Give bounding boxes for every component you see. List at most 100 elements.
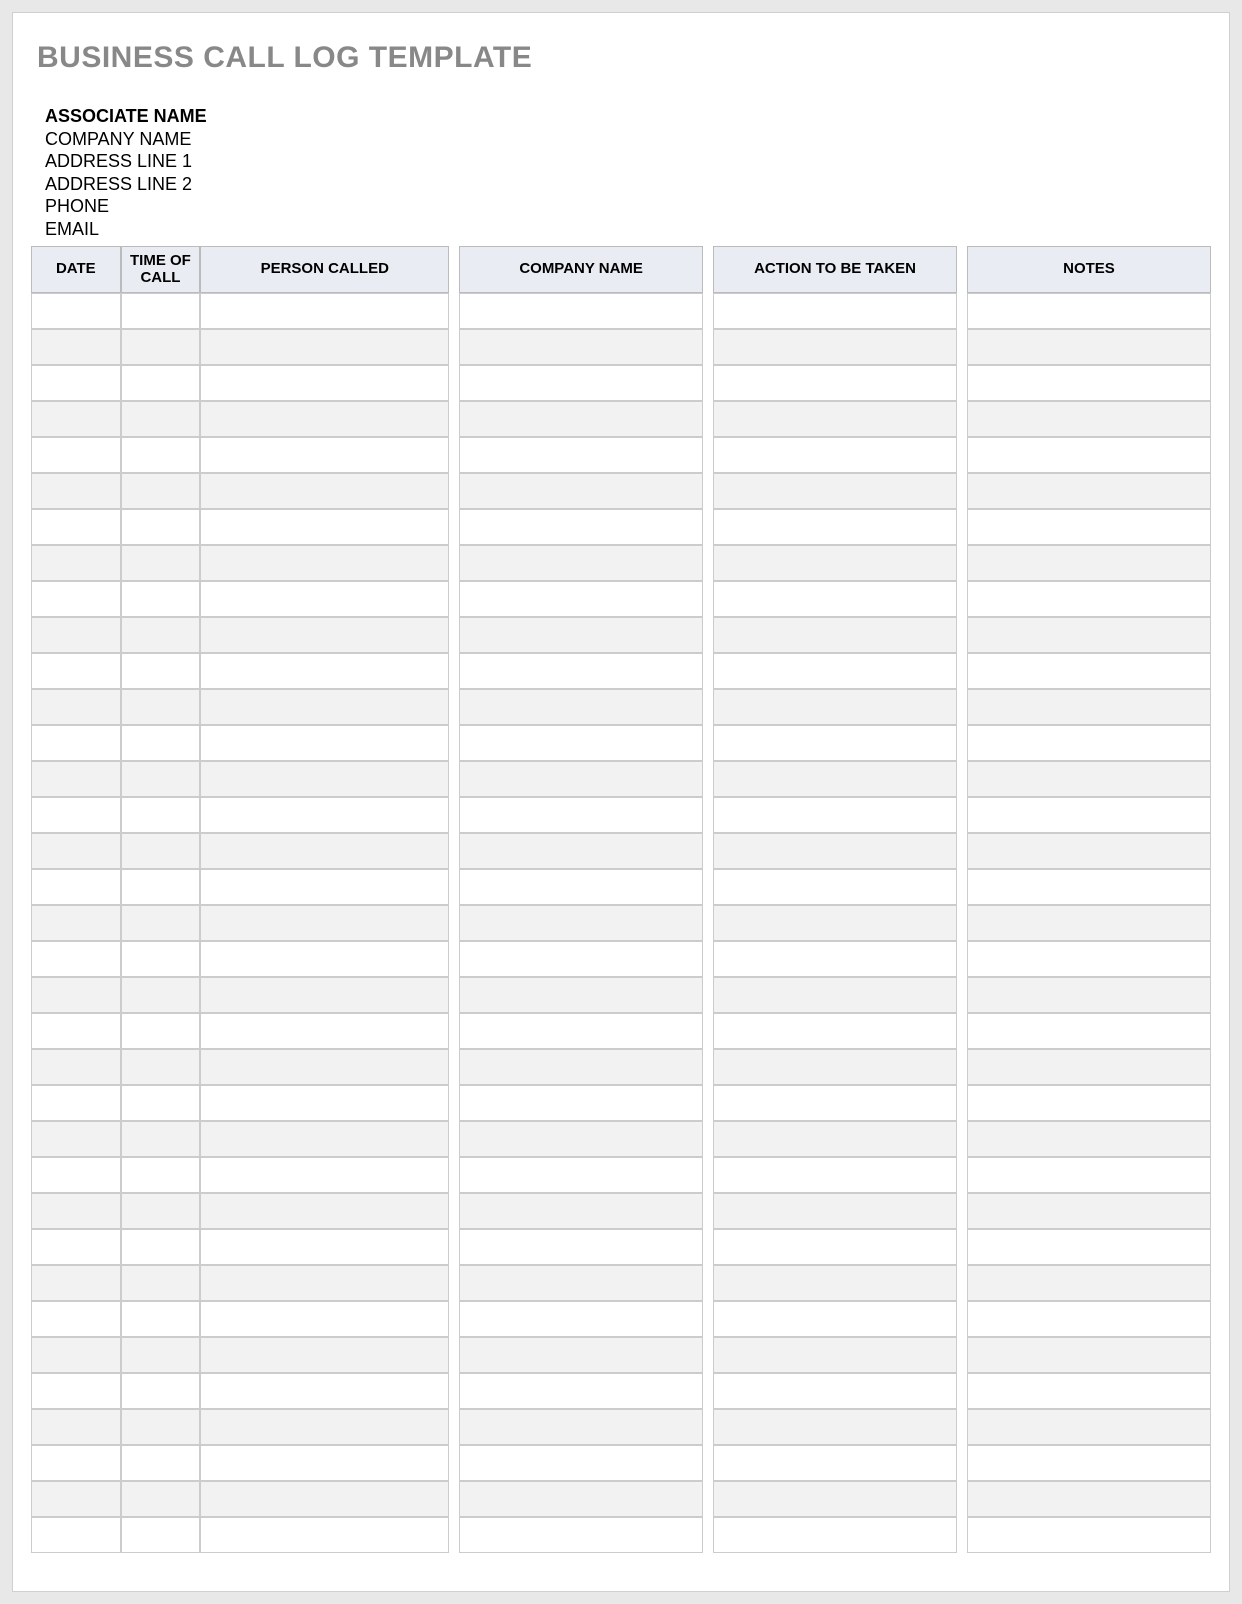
spacer xyxy=(957,977,967,1013)
cell-person xyxy=(200,1481,449,1517)
spacer xyxy=(957,1445,967,1481)
spacer xyxy=(703,473,713,509)
spacer xyxy=(703,1409,713,1445)
spacer xyxy=(957,905,967,941)
cell-company xyxy=(459,293,703,329)
spacer xyxy=(449,473,459,509)
cell-notes xyxy=(967,941,1211,977)
cell-notes xyxy=(967,581,1211,617)
phone-label: PHONE xyxy=(45,195,1211,218)
table-row xyxy=(31,941,1211,977)
cell-company xyxy=(459,329,703,365)
cell-time xyxy=(121,401,201,437)
cell-time xyxy=(121,1373,201,1409)
cell-person xyxy=(200,509,449,545)
cell-company xyxy=(459,545,703,581)
spacer xyxy=(703,365,713,401)
spacer xyxy=(449,437,459,473)
cell-notes xyxy=(967,1445,1211,1481)
spacer xyxy=(957,1193,967,1229)
cell-company xyxy=(459,905,703,941)
cell-time xyxy=(121,941,201,977)
cell-date xyxy=(31,365,121,401)
table-row xyxy=(31,689,1211,725)
spacer xyxy=(449,1085,459,1121)
cell-person xyxy=(200,1301,449,1337)
address-line-1-label: ADDRESS LINE 1 xyxy=(45,150,1211,173)
cell-time xyxy=(121,1445,201,1481)
spacer xyxy=(957,653,967,689)
cell-time xyxy=(121,1337,201,1373)
cell-action xyxy=(713,1085,957,1121)
spacer xyxy=(449,1157,459,1193)
cell-action xyxy=(713,1301,957,1337)
cell-date xyxy=(31,617,121,653)
spacer xyxy=(957,329,967,365)
cell-time xyxy=(121,473,201,509)
cell-company xyxy=(459,401,703,437)
document-page: BUSINESS CALL LOG TEMPLATE ASSOCIATE NAM… xyxy=(12,12,1230,1592)
spacer xyxy=(449,1481,459,1517)
cell-company xyxy=(459,1013,703,1049)
cell-person xyxy=(200,401,449,437)
col-header-person: PERSON CALLED xyxy=(200,246,449,293)
table-row xyxy=(31,1337,1211,1373)
cell-time xyxy=(121,797,201,833)
cell-person xyxy=(200,437,449,473)
spacer xyxy=(703,581,713,617)
cell-time xyxy=(121,725,201,761)
spacer xyxy=(957,1229,967,1265)
spacer xyxy=(703,1373,713,1409)
spacer xyxy=(449,1337,459,1373)
cell-person xyxy=(200,977,449,1013)
spacer xyxy=(703,1049,713,1085)
spacer xyxy=(957,473,967,509)
cell-person xyxy=(200,941,449,977)
spacer xyxy=(957,1121,967,1157)
cell-notes xyxy=(967,1301,1211,1337)
cell-date xyxy=(31,1013,121,1049)
cell-time xyxy=(121,1409,201,1445)
cell-person xyxy=(200,653,449,689)
cell-person xyxy=(200,581,449,617)
cell-company xyxy=(459,1517,703,1553)
cell-action xyxy=(713,905,957,941)
cell-company xyxy=(459,869,703,905)
cell-notes xyxy=(967,725,1211,761)
cell-action xyxy=(713,1265,957,1301)
cell-time xyxy=(121,1085,201,1121)
cell-person xyxy=(200,1013,449,1049)
cell-company xyxy=(459,653,703,689)
cell-action xyxy=(713,437,957,473)
cell-time xyxy=(121,545,201,581)
cell-company xyxy=(459,509,703,545)
cell-date xyxy=(31,1409,121,1445)
cell-date xyxy=(31,1481,121,1517)
cell-action xyxy=(713,1193,957,1229)
cell-date xyxy=(31,509,121,545)
table-row xyxy=(31,797,1211,833)
cell-notes xyxy=(967,545,1211,581)
cell-time xyxy=(121,761,201,797)
cell-person xyxy=(200,905,449,941)
cell-company xyxy=(459,617,703,653)
spacer xyxy=(703,1445,713,1481)
cell-action xyxy=(713,401,957,437)
table-row xyxy=(31,977,1211,1013)
cell-action xyxy=(713,797,957,833)
cell-notes xyxy=(967,1373,1211,1409)
spacer xyxy=(957,1013,967,1049)
cell-company xyxy=(459,1481,703,1517)
cell-date xyxy=(31,1229,121,1265)
cell-date xyxy=(31,401,121,437)
cell-date xyxy=(31,293,121,329)
cell-notes xyxy=(967,1121,1211,1157)
cell-notes xyxy=(967,293,1211,329)
cell-notes xyxy=(967,905,1211,941)
spacer xyxy=(957,581,967,617)
spacer xyxy=(703,761,713,797)
cell-date xyxy=(31,653,121,689)
cell-date xyxy=(31,941,121,977)
spacer xyxy=(703,401,713,437)
cell-company xyxy=(459,1445,703,1481)
